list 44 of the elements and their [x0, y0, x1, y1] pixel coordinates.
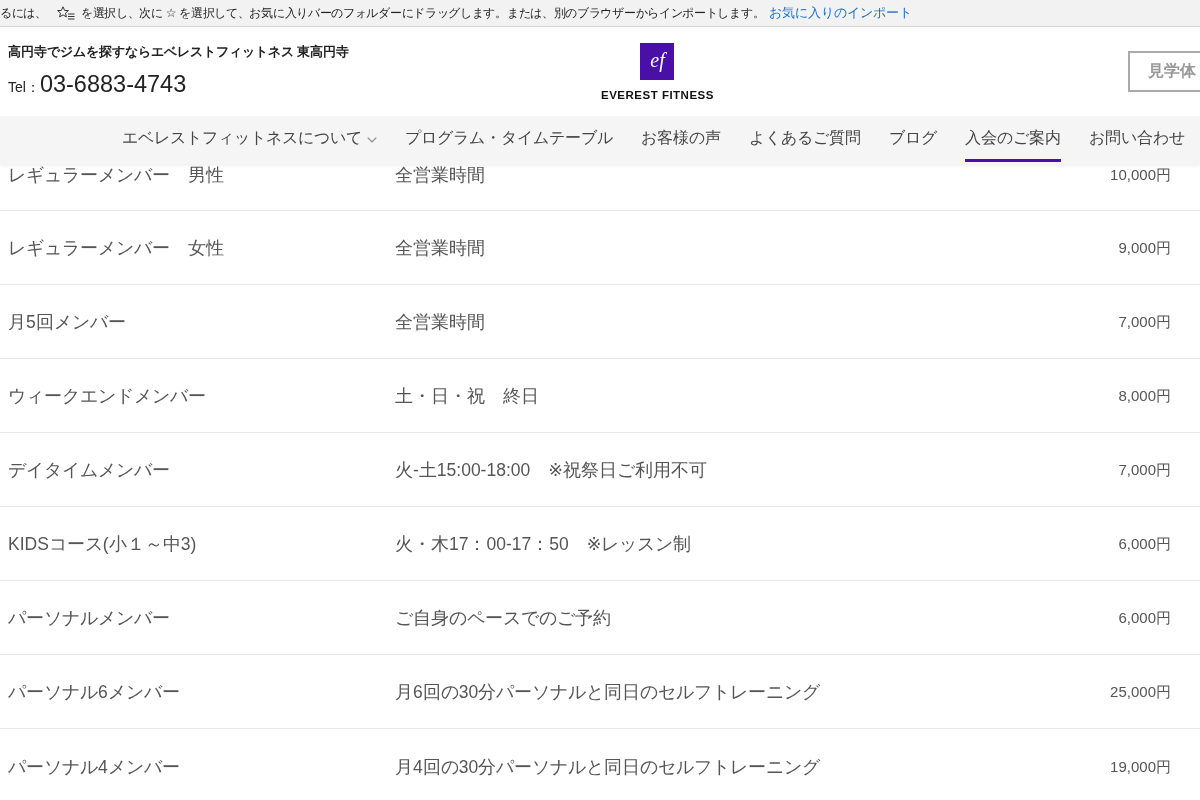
star-list-icon	[56, 6, 75, 20]
table-cell-text: 全営業時間	[395, 310, 486, 333]
nav-tab[interactable]: エベレストフィットネスについて	[122, 116, 377, 162]
logo-wordmark[interactable]: EVEREST FITNESS	[601, 89, 714, 101]
table-cell-text: 月6回の30分パーソナルと同日のセルフトレーニング	[395, 680, 822, 703]
table-cell-text: レギュラーメンバー 女性	[8, 236, 225, 259]
table-cell-text: 6,000円	[1118, 533, 1171, 554]
table-cell-text: 9,000円	[1118, 237, 1171, 258]
table-cell-text: 10,000円	[1110, 165, 1171, 185]
table-cell-text: 19,000円	[1110, 756, 1171, 777]
favorites-hint-text: を選択し、次に ☆ を選択して、お気に入りバーのフォルダーにドラッグします。または、別のブラウザーからインポートします。	[80, 5, 765, 22]
table-cell-text: 7,000円	[1118, 459, 1171, 480]
table-cell-text: パーソナル6メンバー	[8, 680, 181, 703]
tel-label: Tel：	[8, 79, 40, 97]
table-cell-text: 7,000円	[1118, 311, 1171, 332]
nav-tab[interactable]: プログラム・タイムテーブル	[405, 116, 613, 162]
table-cell-text: 6,000円	[1118, 607, 1171, 628]
nav-tab[interactable]: ブログ	[889, 116, 937, 162]
import-favorites-link[interactable]: お気に入りのインポート	[769, 4, 913, 22]
table-cell-text: レギュラーメンバー 男性	[8, 164, 225, 186]
nav-tab[interactable]: お客様の声	[641, 116, 721, 162]
table-cell-text: 火・木17：00-17：50 ※レッスン制	[395, 532, 693, 555]
table-cell-text: パーソナルメンバー	[8, 606, 171, 629]
nav-tab[interactable]: お問い合わせ	[1089, 116, 1185, 162]
nav-tab[interactable]: よくあるご質問	[749, 116, 861, 162]
table-cell-text: 全営業時間	[395, 164, 486, 186]
nav-tab[interactable]: 入会のご案内	[965, 116, 1061, 162]
table-cell-text: 月5回メンバー	[8, 310, 127, 333]
logo-monogram[interactable]: ef	[640, 43, 675, 80]
site-tagline: 高円寺でジムを探すならエベレストフィットネス 東高円寺	[8, 45, 350, 59]
table-cell-text: ご自身のペースでのご予約	[395, 606, 612, 629]
table-cell-text: パーソナル4メンバー	[8, 755, 181, 778]
table-cell-text: ウィークエンドメンバー	[8, 384, 207, 407]
table-cell-text: 火-土15:00-18:00 ※祝祭日ご利用不可	[395, 458, 708, 481]
table-cell-text: 全営業時間	[395, 236, 486, 259]
table-cell-text: KIDSコース(小１～中3)	[8, 532, 198, 555]
favorites-hint-text: るには、	[0, 5, 47, 22]
table-cell-text: 8,000円	[1118, 385, 1171, 406]
table-cell-text: 土・日・祝 終日	[395, 384, 540, 407]
table-cell-text: 月4回の30分パーソナルと同日のセルフトレーニング	[395, 755, 822, 778]
phone-number: 03-6883-4743	[39, 70, 187, 98]
table-cell-text: デイタイムメンバー	[8, 458, 171, 481]
table-cell-text: 25,000円	[1110, 681, 1171, 702]
chevron-down-icon	[367, 136, 377, 143]
